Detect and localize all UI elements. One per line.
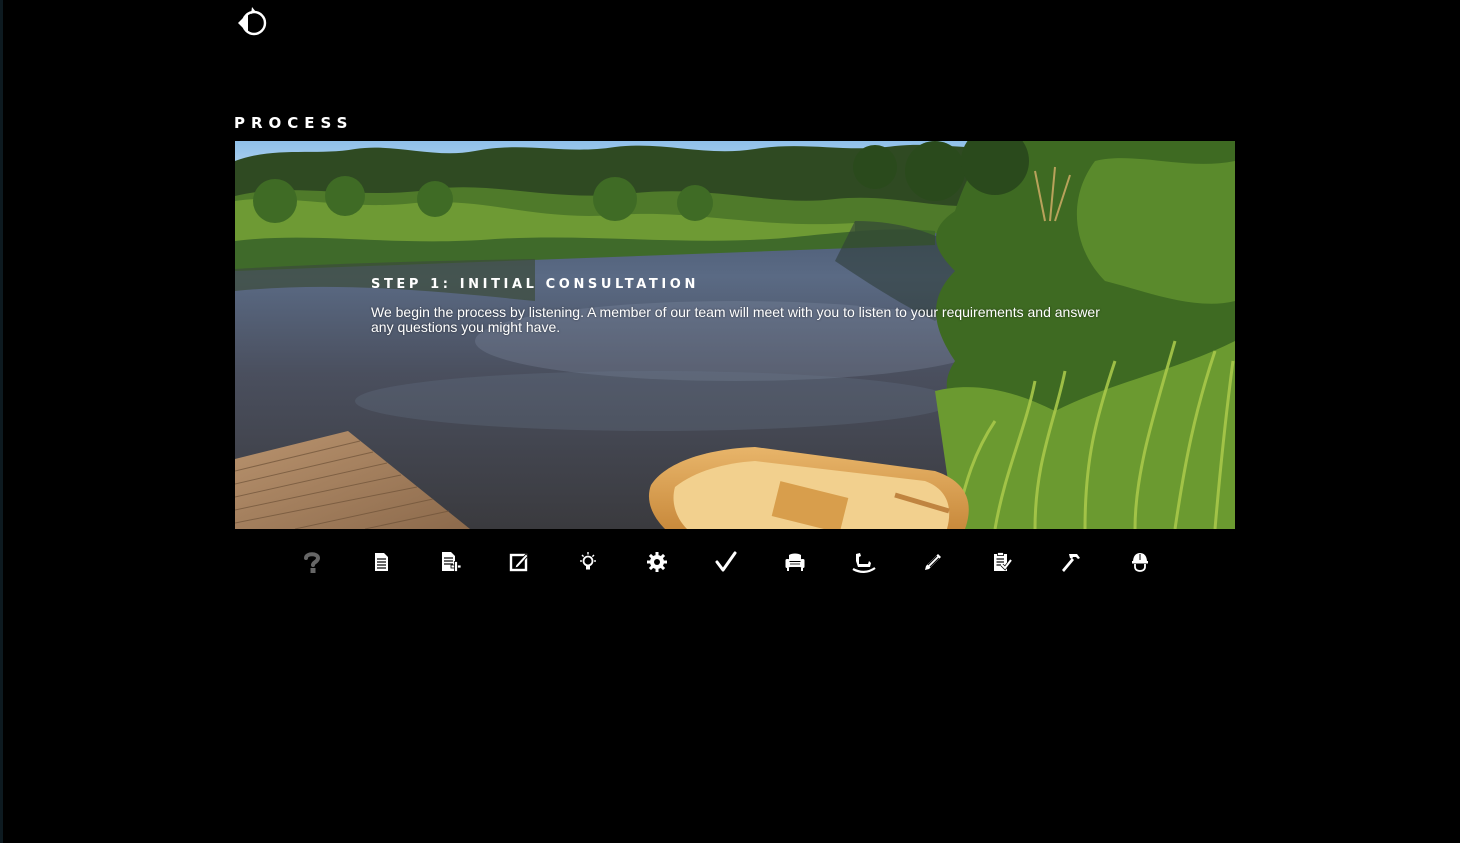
page-title: PROCESS (234, 114, 354, 132)
step-description: We begin the process by listening. A mem… (371, 304, 1100, 335)
document-icon (375, 553, 389, 571)
rocking-horse-icon (852, 553, 876, 573)
step-11-button[interactable] (967, 545, 1036, 579)
step-1-button[interactable] (278, 545, 347, 579)
step-6-button[interactable] (623, 545, 692, 579)
site-logo[interactable] (236, 6, 272, 40)
step-9-button[interactable] (829, 545, 898, 579)
hammer-icon (1061, 554, 1080, 572)
step-caption: STEP 1: INITIAL CONSULTATION We begin th… (371, 277, 1111, 335)
step-2-button[interactable] (347, 545, 416, 579)
circle-arrow-logo-icon (238, 7, 267, 36)
step-title: STEP 1: INITIAL CONSULTATION (371, 277, 699, 292)
armchair-icon (785, 553, 805, 571)
hard-hat-icon (1131, 553, 1148, 572)
step-8-button[interactable] (760, 545, 829, 579)
document-add-icon (442, 552, 462, 572)
step-13-button[interactable] (1105, 545, 1174, 579)
clipboard-check-icon (993, 552, 1013, 571)
step-10-button[interactable] (898, 545, 967, 579)
step-3-button[interactable] (416, 545, 485, 579)
hero-image: STEP 1: INITIAL CONSULTATION We begin th… (235, 141, 1235, 529)
step-7-button[interactable] (692, 545, 761, 579)
checkmark-icon (715, 551, 737, 572)
lake-landscape-photo (235, 141, 1235, 529)
edit-icon (510, 553, 529, 572)
lightbulb-icon (580, 552, 597, 570)
step-4-button[interactable] (485, 545, 554, 579)
left-edge-strip (0, 0, 3, 843)
step-5-button[interactable] (554, 545, 623, 579)
step-12-button[interactable] (1036, 545, 1105, 579)
process-step-nav (278, 545, 1174, 579)
gear-icon (647, 552, 668, 572)
pencil-icon (924, 554, 941, 570)
question-mark-icon (304, 552, 321, 573)
